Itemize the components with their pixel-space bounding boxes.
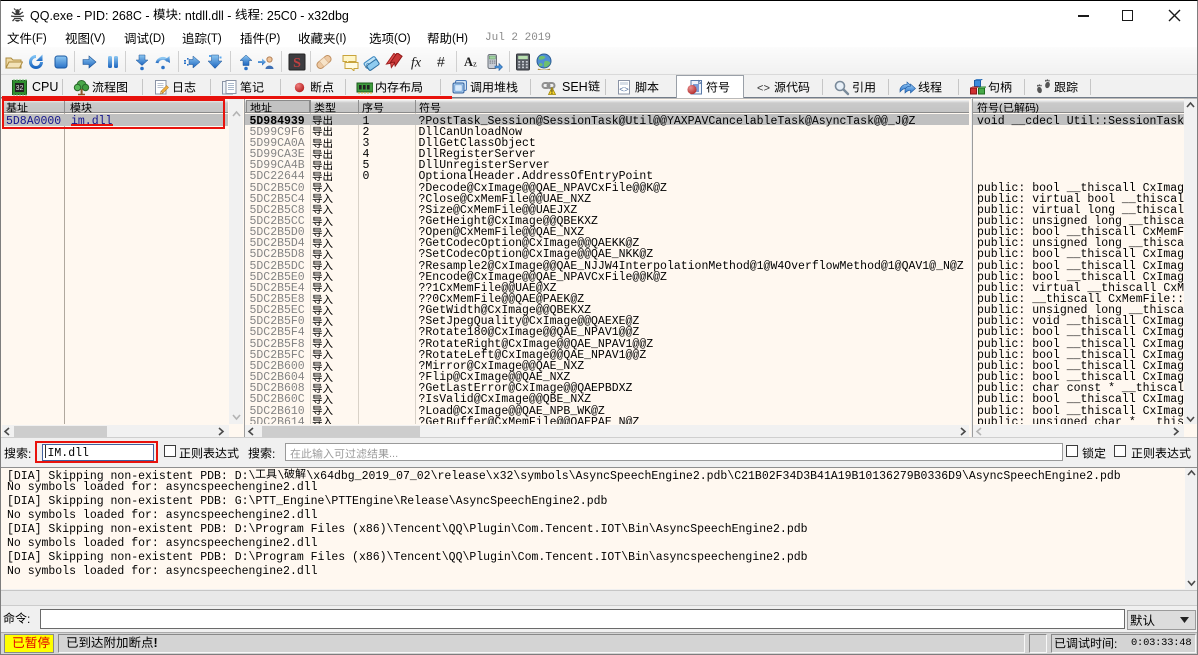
svg-text:S: S (293, 56, 301, 71)
svg-text:32: 32 (16, 85, 24, 92)
svg-text:<>: <> (619, 86, 629, 95)
svg-text:<>: <> (757, 84, 770, 96)
svg-text:#: # (437, 54, 445, 70)
svg-text:fx: fx (411, 56, 422, 71)
svg-text:z: z (473, 59, 477, 69)
svg-text:A: A (464, 55, 473, 69)
svg-text:!: ! (551, 89, 553, 96)
